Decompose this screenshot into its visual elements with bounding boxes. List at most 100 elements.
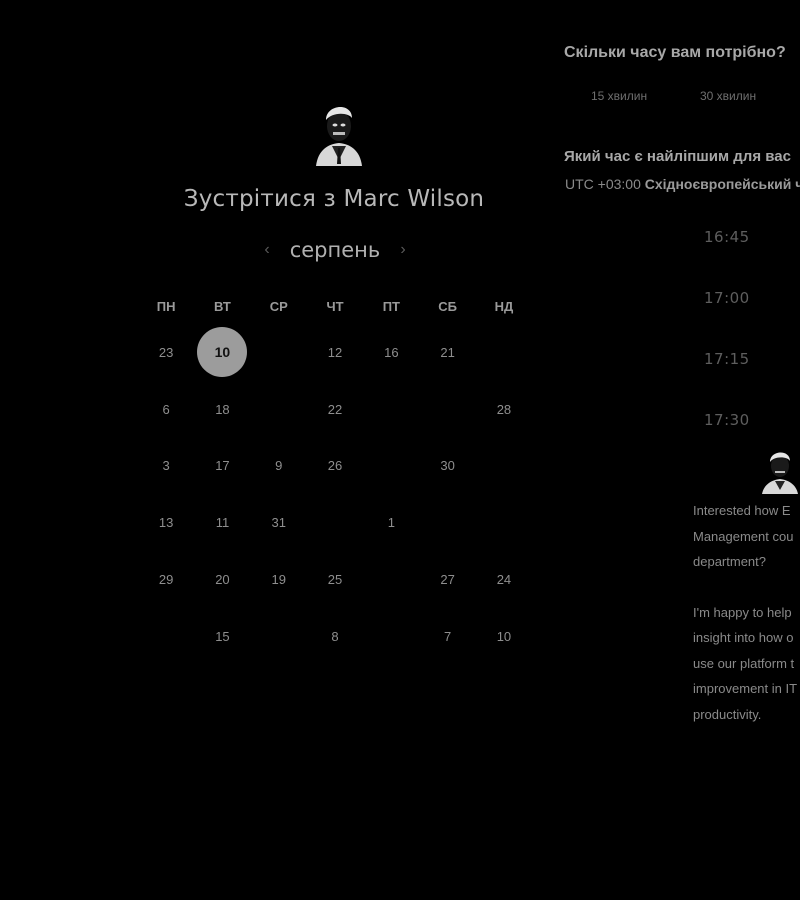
chevron-left-icon[interactable]: ‹ [260, 241, 274, 259]
weekday-label: НД [494, 299, 514, 314]
weekday-header: ПН ВТ СР ЧТ ПТ СБ НД [138, 290, 532, 324]
calendar-day-number: 20 [215, 572, 230, 588]
calendar-day[interactable]: 23 [138, 324, 194, 381]
time-slot[interactable]: 16:45 [704, 228, 750, 246]
timezone-label[interactable]: UTC +03:00 Східноєвропейський ч [565, 176, 800, 192]
description-line: insight into how o [693, 630, 794, 645]
calendar-day[interactable]: 18 [194, 381, 250, 438]
calendar-day[interactable]: 25 [307, 551, 363, 608]
calendar-day-number: 22 [327, 401, 343, 417]
calendar-day[interactable]: 21 [419, 324, 475, 381]
calendar-day-number [141, 611, 191, 661]
time-slot[interactable]: 17:00 [704, 289, 750, 307]
calendar-day-number: 15 [215, 628, 230, 644]
calendar-day-number: 1 [387, 515, 395, 531]
calendar-day-number [479, 327, 529, 377]
calendar-day[interactable]: 15 [194, 608, 250, 665]
calendar-day-number: 10 [197, 327, 248, 378]
calendar-day[interactable]: 6 [138, 381, 194, 438]
calendar-day-number: 24 [496, 572, 512, 588]
calendar-day-number: 12 [327, 344, 343, 360]
calendar-day[interactable]: 10 [476, 608, 532, 665]
calendar-day[interactable]: 30 [419, 438, 475, 495]
calendar-day [363, 551, 419, 608]
calendar-day-number: 3 [162, 458, 170, 474]
calendar-day-number [254, 327, 304, 377]
calendar-day-number [366, 441, 416, 491]
weekday-label: ПТ [382, 299, 400, 314]
calendar-day-number: 28 [496, 401, 512, 417]
calendar-day-number [310, 498, 360, 548]
description-paragraph-1: Interested how E Management cou departme… [693, 498, 800, 575]
description-line: improvement in IT [693, 681, 798, 696]
duration-option-15[interactable]: 15 хвилин [591, 89, 647, 103]
calendar-day-number: 19 [271, 572, 286, 588]
duration-question: Скільки часу вам потрібно? [564, 44, 786, 61]
calendar-day [476, 438, 532, 495]
host-avatar-small [762, 452, 798, 494]
description-line: productivity. [693, 706, 762, 722]
meeting-description: Interested how E Management cou departme… [693, 498, 800, 752]
calendar-day-selected[interactable]: 10 [194, 324, 250, 381]
calendar-day[interactable]: 24 [476, 551, 532, 608]
calendar-day[interactable]: 22 [307, 381, 363, 438]
calendar-day-number: 8 [331, 628, 339, 644]
calendar-week-row: 13 11 31 1 [138, 494, 532, 551]
description-line: Interested how E [693, 503, 791, 518]
calendar-day[interactable]: 9 [251, 438, 307, 495]
calendar-day-number: 30 [440, 458, 455, 474]
time-slot[interactable]: 17:15 [704, 350, 750, 368]
calendar-day[interactable]: 28 [476, 381, 532, 438]
title-prefix: Зустрітися з [183, 186, 336, 212]
calendar-day [307, 494, 363, 551]
calendar-day[interactable]: 16 [363, 324, 419, 381]
calendar-day-number: 17 [215, 458, 230, 474]
calendar-day[interactable]: 1 [363, 494, 419, 551]
calendar-day[interactable]: 7 [419, 608, 475, 665]
timezone-offset: UTC +03:00 [565, 176, 641, 192]
calendar-day-number: 16 [384, 344, 399, 360]
duration-option-30[interactable]: 30 хвилин [700, 89, 756, 103]
weekday-label: ВТ [214, 299, 231, 314]
calendar-day [251, 324, 307, 381]
description-paragraph-2: I'm happy to help insight into how o use… [693, 600, 800, 728]
time-slot[interactable]: 17:30 [704, 411, 750, 429]
calendar-day[interactable]: 11 [194, 494, 250, 551]
calendar-day-number: 25 [327, 572, 343, 588]
calendar-day[interactable]: 20 [194, 551, 250, 608]
calendar-day[interactable]: 31 [251, 494, 307, 551]
weekday-label: ПН [156, 299, 176, 314]
calendar-day[interactable]: 17 [194, 438, 250, 495]
calendar-day[interactable]: 3 [138, 438, 194, 495]
calendar-week-row: 3 17 9 26 30 [138, 438, 532, 495]
calendar-day-number: 23 [158, 344, 174, 360]
calendar-day-number: 9 [275, 458, 283, 474]
calendar-day[interactable]: 19 [251, 551, 307, 608]
calendar-day[interactable]: 26 [307, 438, 363, 495]
calendar-week-row: 23 10 12 16 21 [138, 324, 532, 381]
page-title: Зустрітися з Marc Wilson [120, 186, 548, 212]
calendar-day [476, 494, 532, 551]
calendar-day-number [423, 384, 473, 434]
calendar-day-number: 13 [158, 515, 174, 531]
timezone-name: Східноєвропейський ч [644, 176, 800, 192]
calendar-day [419, 494, 475, 551]
calendar-day[interactable]: 27 [419, 551, 475, 608]
calendar-day[interactable]: 29 [138, 551, 194, 608]
calendar-day-number: 7 [444, 628, 452, 644]
calendar-day-number: 21 [440, 344, 455, 360]
description-line: I'm happy to help [693, 604, 792, 620]
host-name: Marc Wilson [343, 186, 485, 212]
chevron-right-icon[interactable]: › [396, 241, 410, 259]
description-line: Management cou [693, 528, 794, 544]
calendar-day [363, 438, 419, 495]
calendar-day-number [423, 498, 473, 548]
weekday-label: СБ [438, 299, 457, 314]
calendar-day[interactable]: 12 [307, 324, 363, 381]
calendar-day[interactable]: 8 [307, 608, 363, 665]
calendar-day [251, 381, 307, 438]
calendar-days: 23 10 12 16 21 6 18 22 28 3 17 9 26 30 13 11 31 1 29 20 19 25… [138, 324, 532, 665]
calendar-day-number: 26 [327, 458, 343, 474]
calendar-day[interactable]: 13 [138, 494, 194, 551]
calendar-grid: ПН ВТ СР ЧТ ПТ СБ НД 23 10 12 16 21 6 18 22 28 3 1… [138, 290, 532, 665]
